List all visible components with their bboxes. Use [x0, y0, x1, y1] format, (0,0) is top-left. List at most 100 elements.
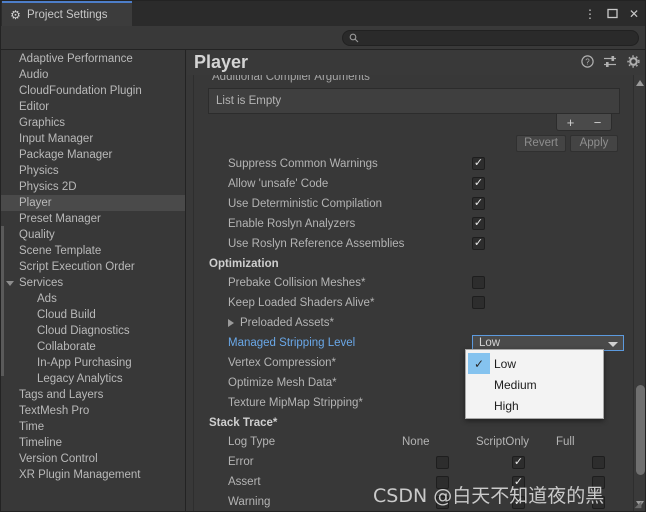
tab-project-settings[interactable]: ⚙ Project Settings [2, 1, 132, 26]
sidebar-item-legacy-analytics[interactable]: Legacy Analytics [1, 371, 185, 387]
sidebar-item-services[interactable]: Services [1, 275, 185, 291]
sidebar-item-package-manager[interactable]: Package Manager [1, 147, 185, 163]
stack-trace-checkbox-full[interactable] [592, 476, 605, 489]
stack-trace-checkbox-none[interactable] [436, 496, 449, 509]
sidebar-item-cloud-diagnostics[interactable]: Cloud Diagnostics [1, 323, 185, 339]
sidebar-item-label: Tags and Layers [19, 389, 104, 401]
revert-apply-row: Revert Apply [194, 132, 630, 154]
check-icon: ✓ [473, 216, 484, 229]
sidebar-item-physics[interactable]: Physics [1, 163, 185, 179]
setting-checkbox[interactable]: ✓ [472, 237, 485, 250]
log-type-label: Log Type [228, 436, 276, 448]
sidebar-scrollbar[interactable] [1, 226, 4, 376]
setting-row[interactable]: Suppress Common Warnings ✓ [194, 154, 630, 174]
sidebar-item-xr-plugin-management[interactable]: XR Plugin Management [1, 467, 185, 483]
sidebar-item-label: Graphics [19, 117, 66, 129]
stack-trace-row[interactable]: Warning ✓ [194, 492, 630, 511]
sidebar-item-adaptive-performance[interactable]: Adaptive Performance [1, 51, 185, 67]
setting-checkbox[interactable] [472, 276, 485, 289]
revert-button[interactable]: Revert [516, 134, 566, 152]
sidebar-item-cloudfoundation-plugin[interactable]: CloudFoundation Plugin [1, 83, 185, 99]
sidebar-item-graphics[interactable]: Graphics [1, 115, 185, 131]
stack-trace-row[interactable]: Assert ✓ [194, 472, 630, 492]
sidebar-item-timeline[interactable]: Timeline [1, 435, 185, 451]
check-icon: ✓ [513, 495, 524, 508]
stack-trace-checkbox-full[interactable] [592, 456, 605, 469]
search-box[interactable] [342, 30, 639, 46]
setting-checkbox[interactable] [472, 296, 485, 309]
stack-trace-checkbox-scriptonly[interactable]: ✓ [512, 456, 525, 469]
stack-trace-checkbox-none[interactable] [436, 476, 449, 489]
sidebar-item-script-execution-order[interactable]: Script Execution Order [1, 259, 185, 275]
sidebar-item-quality[interactable]: Quality [1, 227, 185, 243]
apply-button[interactable]: Apply [570, 134, 618, 152]
sidebar-item-player[interactable]: Player [1, 195, 185, 211]
settings-gear-icon[interactable] [626, 54, 640, 68]
sidebar-item-label: Player [19, 197, 52, 209]
scrollbar-thumb[interactable] [636, 385, 645, 475]
stack-trace-section-label: Stack Trace* [209, 416, 278, 429]
dropdown-option-label: Low [494, 356, 517, 371]
managed-stripping-level-value: Low [479, 337, 501, 349]
sidebar-item-collaborate[interactable]: Collaborate [1, 339, 185, 355]
preloaded-assets-row[interactable]: Preloaded Assets* [194, 313, 630, 333]
setting-label: Allow 'unsafe' Code [228, 178, 329, 190]
sidebar-item-preset-manager[interactable]: Preset Manager [1, 211, 185, 227]
dropdown-option-medium[interactable]: Medium [466, 374, 603, 395]
setting-row[interactable]: Use Roslyn Reference Assemblies ✓ [194, 234, 630, 254]
scroll-up-arrow-icon[interactable] [636, 80, 644, 86]
sidebar-item-label: TextMesh Pro [19, 405, 90, 417]
sidebar-item-version-control[interactable]: Version Control [1, 451, 185, 467]
settings-tree: Adaptive Performance Audio CloudFoundation… [1, 50, 185, 483]
chevron-down-icon[interactable] [6, 281, 14, 290]
setting-label: Keep Loaded Shaders Alive* [228, 297, 375, 309]
list-add-button[interactable]: + [557, 114, 584, 130]
sidebar-item-ads[interactable]: Ads [1, 291, 185, 307]
setting-checkbox[interactable]: ✓ [472, 177, 485, 190]
close-icon[interactable]: ✕ [625, 5, 643, 23]
maximize-icon[interactable] [603, 5, 621, 23]
stack-trace-row-label: Assert [228, 476, 261, 488]
setting-checkbox[interactable]: ✓ [472, 197, 485, 210]
setting-row[interactable]: Keep Loaded Shaders Alive* [194, 293, 630, 313]
dropdown-option-high[interactable]: High [466, 395, 603, 416]
sidebar-item-scene-template[interactable]: Scene Template [1, 243, 185, 259]
chevron-right-icon[interactable] [228, 319, 234, 327]
sidebar-item-in-app-purchasing[interactable]: In-App Purchasing [1, 355, 185, 371]
setting-row[interactable]: Enable Roslyn Analyzers ✓ [194, 214, 630, 234]
managed-stripping-level-popup[interactable]: ✓ Low Medium High [465, 349, 604, 419]
sidebar-item-textmesh-pro[interactable]: TextMesh Pro [1, 403, 185, 419]
setting-checkbox[interactable]: ✓ [472, 217, 485, 230]
content-scrollbar[interactable] [633, 75, 645, 511]
sidebar-item-input-manager[interactable]: Input Manager [1, 131, 185, 147]
list-footer: + − [208, 114, 620, 132]
sidebar-item-audio[interactable]: Audio [1, 67, 185, 83]
maximize-glyph [606, 8, 618, 19]
resize-grip-icon[interactable]: ◢ [632, 498, 644, 510]
dropdown-option-low[interactable]: ✓ Low [466, 353, 603, 374]
stack-trace-checkbox-none[interactable] [436, 456, 449, 469]
setting-row[interactable]: Use Deterministic Compilation ✓ [194, 194, 630, 214]
stack-trace-checkbox-scriptonly[interactable]: ✓ [512, 496, 525, 509]
sidebar-item-physics-2d[interactable]: Physics 2D [1, 179, 185, 195]
more-menu-icon[interactable]: ⋮ [581, 5, 599, 23]
title-bar: ⚙ Project Settings ⋮ ✕ [1, 1, 645, 26]
search-input[interactable] [363, 32, 623, 44]
preset-icon[interactable] [603, 54, 617, 68]
setting-checkbox[interactable]: ✓ [472, 157, 485, 170]
help-icon[interactable]: ? [580, 54, 594, 68]
stack-trace-checkbox-full[interactable] [592, 496, 605, 509]
compiler-arguments-list[interactable]: List is Empty [208, 88, 620, 114]
setting-row[interactable]: Allow 'unsafe' Code ✓ [194, 174, 630, 194]
check-icon: ✓ [468, 353, 490, 374]
setting-row[interactable]: Prebake Collision Meshes* [194, 273, 630, 293]
stack-trace-checkbox-scriptonly[interactable]: ✓ [512, 476, 525, 489]
sidebar-item-editor[interactable]: Editor [1, 99, 185, 115]
stack-trace-row[interactable]: Error ✓ [194, 452, 630, 472]
sidebar-item-cloud-build[interactable]: Cloud Build [1, 307, 185, 323]
sidebar-item-time[interactable]: Time [1, 419, 185, 435]
svg-text:?: ? [585, 57, 590, 66]
list-remove-button[interactable]: − [584, 114, 611, 130]
window-controls: ⋮ ✕ [581, 1, 643, 26]
sidebar-item-tags-and-layers[interactable]: Tags and Layers [1, 387, 185, 403]
